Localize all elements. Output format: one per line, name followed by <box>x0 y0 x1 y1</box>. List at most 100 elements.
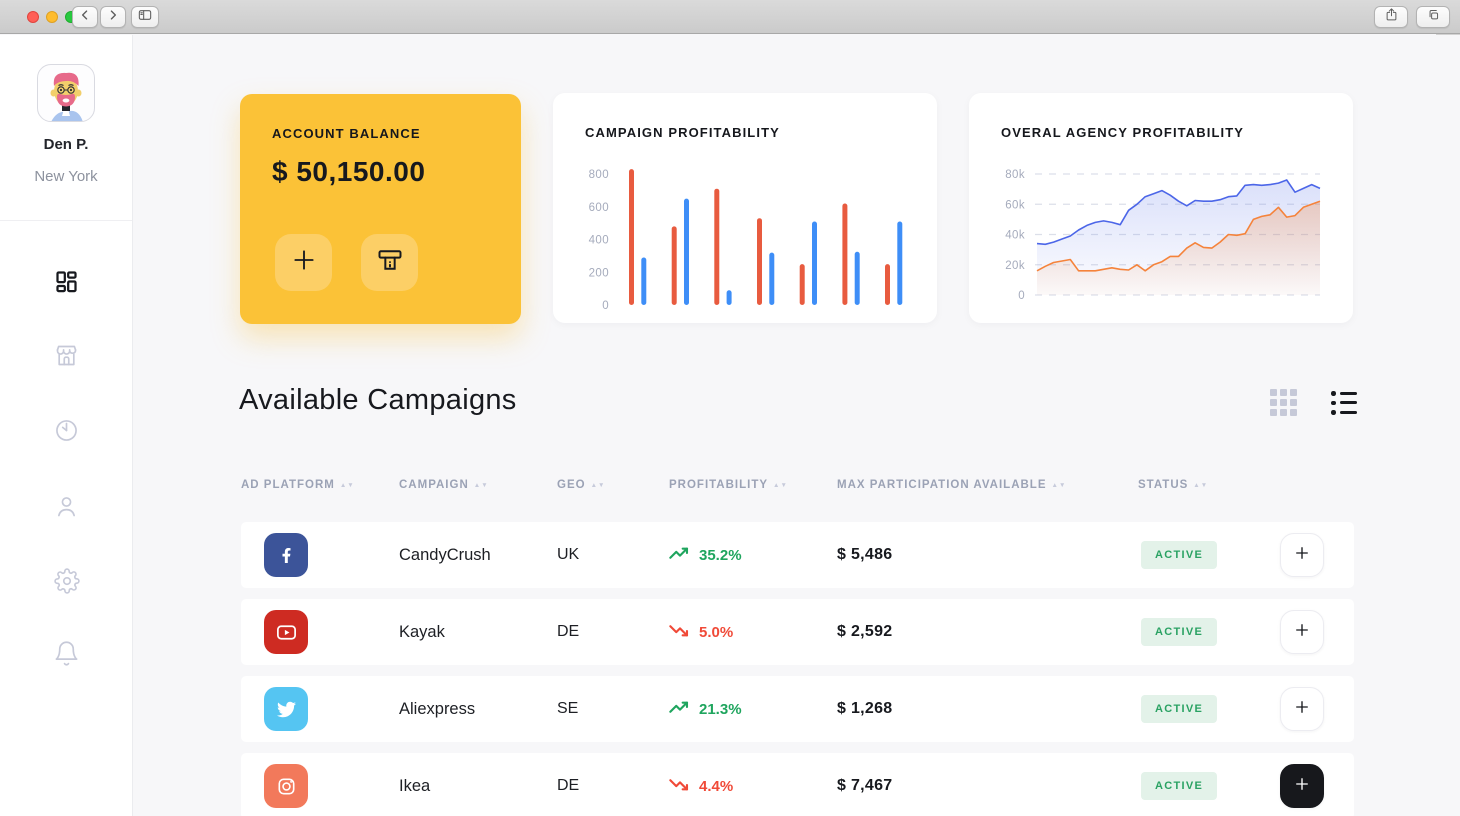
list-view-icon <box>1331 391 1357 415</box>
plus-icon <box>291 247 317 278</box>
status-badge: ACTIVE <box>1141 772 1217 800</box>
plus-icon <box>1293 544 1311 567</box>
add-campaign-button[interactable] <box>1280 610 1324 654</box>
sort-icon: ▲▼ <box>773 483 788 488</box>
balance-card-title: ACCOUNT BALANCE <box>272 126 421 141</box>
tabs-icon <box>1426 7 1441 27</box>
trend-down-icon <box>669 777 699 796</box>
svg-text:20k: 20k <box>1005 260 1025 272</box>
twitter-icon <box>264 687 308 731</box>
bar-chart-title: CAMPAIGN PROFITABILITY <box>585 125 780 140</box>
clock-icon <box>53 417 80 449</box>
svg-text:80k: 80k <box>1005 169 1025 181</box>
app-window: + <box>0 0 1460 816</box>
grid-view-button[interactable] <box>1270 389 1298 417</box>
table-row: CandyCrush UK 35.2% $ 5,486 ACTIVE <box>241 522 1354 588</box>
table-row: Aliexpress SE 21.3% $ 1,268 ACTIVE <box>241 676 1354 742</box>
share-icon <box>1384 7 1399 27</box>
person-icon <box>53 493 80 525</box>
dashboard-icon <box>53 268 80 300</box>
minimize-window-button[interactable] <box>46 11 58 23</box>
sidebar-item-history[interactable] <box>0 413 133 453</box>
store-icon <box>53 342 80 374</box>
campaign-name: CandyCrush <box>399 522 491 588</box>
column-header-ad-platform[interactable]: AD PLATFORM▲▼ <box>241 479 355 491</box>
column-header-status[interactable]: STATUS▲▼ <box>1138 479 1208 491</box>
plus-icon <box>1293 621 1311 644</box>
geo-value: SE <box>557 676 578 742</box>
list-view-button[interactable] <box>1331 391 1357 420</box>
profitability-value: 5.0% <box>669 599 733 665</box>
chevron-left-icon <box>78 8 92 27</box>
table-row: Ikea DE 4.4% $ 7,467 ACTIVE <box>241 753 1354 816</box>
youtube-icon <box>264 610 308 654</box>
add-campaign-button[interactable] <box>1280 764 1324 808</box>
table-row: Kayak DE 5.0% $ 2,592 ACTIVE <box>241 599 1354 665</box>
plus-icon <box>1293 775 1311 798</box>
trend-up-icon <box>669 700 699 719</box>
sidebar-icon <box>137 7 153 28</box>
agency-profitability-card: 80k 60k 40k 20k 0 OVERAL AGENCY PROFITABILIT… <box>969 93 1353 323</box>
plus-icon <box>1293 698 1311 721</box>
sidebar-item-profile[interactable] <box>0 489 133 529</box>
svg-text:40k: 40k <box>1005 230 1025 242</box>
svg-text:400: 400 <box>589 235 609 247</box>
user-profile: Den P. New York <box>0 35 132 221</box>
svg-text:800: 800 <box>589 169 609 181</box>
geo-value: DE <box>557 599 579 665</box>
sort-icon: ▲▼ <box>474 483 489 488</box>
toggle-sidebar-button[interactable] <box>131 6 159 28</box>
sort-icon: ▲▼ <box>591 483 606 488</box>
facebook-icon <box>264 533 308 577</box>
page-title: Available Campaigns <box>239 384 517 417</box>
chevron-right-icon <box>106 8 120 27</box>
top-up-button[interactable] <box>275 234 332 291</box>
user-avatar[interactable] <box>37 64 95 122</box>
svg-text:600: 600 <box>589 202 609 214</box>
svg-text:0: 0 <box>602 300 609 312</box>
campaign-profitability-card: 800 600 400 200 0 CAMPAIGN PROFITABILITY <box>553 93 937 323</box>
window-titlebar <box>0 0 1460 34</box>
add-campaign-button[interactable] <box>1280 533 1324 577</box>
account-balance-card: ACCOUNT BALANCE $ 50,150.00 <box>240 94 521 324</box>
svg-text:0: 0 <box>1018 290 1025 302</box>
column-header-max-participation[interactable]: MAX PARTICIPATION AVAILABLE▲▼ <box>837 479 1066 491</box>
main-content: ACCOUNT BALANCE $ 50,150.00 800 600 400 200… <box>134 35 1460 816</box>
column-header-campaign[interactable]: CAMPAIGN▲▼ <box>399 479 489 491</box>
table-header: AD PLATFORM▲▼ CAMPAIGN▲▼ GEO▲▼ PROFITABI… <box>134 479 1460 499</box>
sort-icon: ▲▼ <box>1193 483 1208 488</box>
close-window-button[interactable] <box>27 11 39 23</box>
sidebar-item-dashboard[interactable] <box>0 264 133 304</box>
sidebar-item-store[interactable] <box>0 338 133 378</box>
column-header-geo[interactable]: GEO▲▼ <box>557 479 605 491</box>
tabs-overview-button[interactable] <box>1416 6 1450 28</box>
instagram-icon <box>264 764 308 808</box>
withdraw-button[interactable] <box>361 234 418 291</box>
status-badge: ACTIVE <box>1141 618 1217 646</box>
profitability-value: 35.2% <box>669 522 742 588</box>
forward-button[interactable] <box>100 6 126 28</box>
profitability-value: 4.4% <box>669 753 733 816</box>
trend-up-icon <box>669 546 699 565</box>
sidebar: Den P. New York <box>0 35 133 816</box>
status-badge: ACTIVE <box>1141 541 1217 569</box>
gear-icon <box>54 568 80 599</box>
sort-icon: ▲▼ <box>1052 483 1067 488</box>
max-participation-value: $ 2,592 <box>837 599 892 665</box>
campaign-name: Aliexpress <box>399 676 475 742</box>
add-campaign-button[interactable] <box>1280 687 1324 731</box>
share-button[interactable] <box>1374 6 1408 28</box>
svg-text:200: 200 <box>589 267 609 279</box>
profitability-value: 21.3% <box>669 676 742 742</box>
line-chart-title: OVERAL AGENCY PROFITABILITY <box>1001 125 1244 140</box>
max-participation-value: $ 1,268 <box>837 676 892 742</box>
status-badge: ACTIVE <box>1141 695 1217 723</box>
geo-value: UK <box>557 522 579 588</box>
user-location: New York <box>0 168 132 185</box>
back-button[interactable] <box>72 6 98 28</box>
balance-amount: $ 50,150.00 <box>272 156 425 188</box>
sidebar-item-settings[interactable] <box>0 563 133 603</box>
column-header-profitability[interactable]: PROFITABILITY▲▼ <box>669 479 788 491</box>
svg-text:60k: 60k <box>1005 199 1025 211</box>
sidebar-item-notifications[interactable] <box>0 636 133 676</box>
